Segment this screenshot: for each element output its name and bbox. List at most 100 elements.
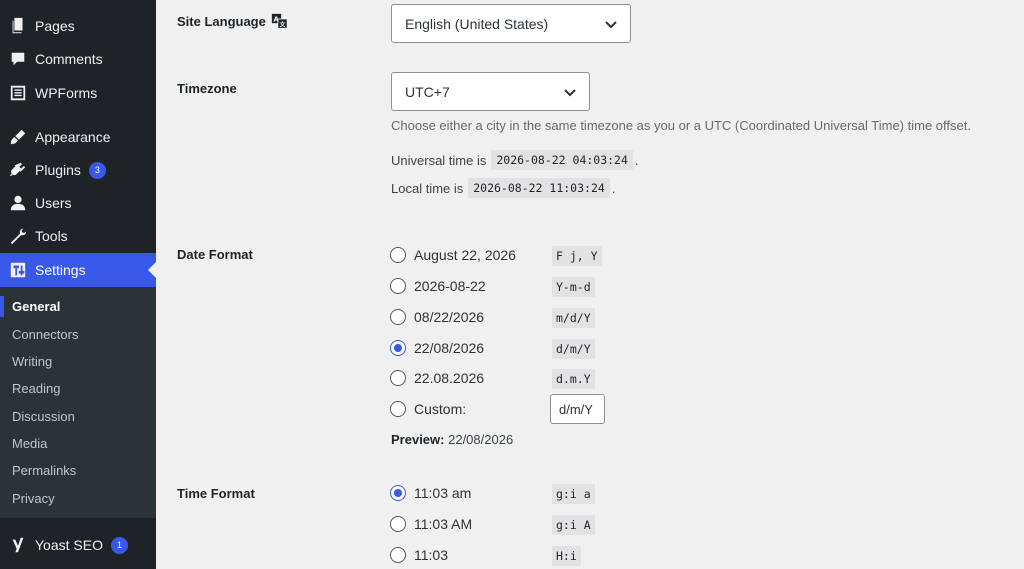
date-format-option-label: 22.08.2026: [414, 370, 485, 386]
menu-item-appearance[interactable]: Appearance: [0, 122, 156, 152]
submenu-item-discussion[interactable]: Discussion: [0, 403, 156, 429]
menu-item-wpforms[interactable]: WPForms: [0, 78, 156, 108]
date-format-code: d.m.Y: [552, 369, 595, 389]
menu-item-tools[interactable]: Tools: [0, 221, 156, 251]
menu-item-label: Plugins: [35, 162, 81, 178]
submenu-item-reading[interactable]: Reading: [0, 375, 156, 401]
radio-button[interactable]: [390, 309, 406, 325]
menu-item-yoast-seo[interactable]: Yoast SEO 1: [0, 530, 156, 560]
yoast-icon: [0, 536, 34, 554]
menu-item-label: Tools: [35, 228, 68, 244]
settings-submenu: General Connectors Writing Reading Discu…: [0, 287, 156, 518]
date-format-option[interactable]: 08/22/2026: [390, 307, 484, 327]
submenu-item-media[interactable]: Media: [0, 430, 156, 456]
radio-button-checked[interactable]: [390, 485, 406, 501]
plugins-update-badge: 3: [88, 161, 106, 179]
site-language-select[interactable]: English (United States): [391, 4, 631, 43]
chevron-down-icon: [564, 89, 576, 97]
date-format-option[interactable]: August 22, 2026: [390, 245, 516, 265]
tools-icon: [0, 227, 34, 245]
submenu-item-connectors[interactable]: Connectors: [0, 321, 156, 347]
custom-date-format-input[interactable]: d/m/Y: [550, 394, 605, 424]
format-code: d.m.Y: [552, 369, 595, 389]
date-format-code: F j, Y: [552, 246, 602, 266]
svg-text:A: A: [273, 16, 279, 24]
date-format-option-label: Custom:: [414, 401, 467, 417]
date-format-option[interactable]: 22/08/2026: [390, 338, 484, 358]
radio-button[interactable]: [390, 547, 406, 563]
menu-item-label: Appearance: [35, 129, 111, 145]
format-code: g:i A: [552, 515, 595, 535]
submenu-item-privacy[interactable]: Privacy: [0, 485, 156, 511]
chevron-down-icon: [605, 21, 617, 29]
menu-item-users[interactable]: Users: [0, 188, 156, 218]
timezone-description: Choose either a city in the same timezon…: [391, 118, 971, 133]
time-format-option[interactable]: 11:03 AM: [390, 514, 472, 534]
menu-item-label: Settings: [35, 262, 86, 278]
date-format-option-custom[interactable]: Custom:: [390, 399, 466, 419]
date-format-code: d/m/Y: [552, 339, 595, 359]
date-format-preview: Preview: 22/08/2026: [391, 432, 513, 447]
time-format-option-label: 11:03: [414, 547, 448, 563]
menu-item-label: Pages: [35, 18, 75, 34]
radio-button-checked[interactable]: [390, 340, 406, 356]
format-code: Y-m-d: [552, 277, 595, 297]
radio-button[interactable]: [390, 516, 406, 532]
date-format-option[interactable]: 22.08.2026: [390, 368, 484, 388]
site-language-label-text: Site Language: [177, 14, 266, 29]
preview-value: 22/08/2026: [448, 432, 514, 447]
period: .: [611, 180, 616, 196]
time-format-code: H:i: [552, 546, 581, 566]
local-time-label: Local time is: [391, 180, 464, 196]
timezone-value: UTC+7: [405, 83, 450, 100]
yoast-notification-badge: 1: [110, 536, 128, 554]
plugins-icon: [0, 161, 34, 179]
appearance-icon: [0, 128, 34, 146]
menu-item-comments[interactable]: Comments: [0, 44, 156, 74]
time-format-option-label: 11:03 AM: [414, 516, 473, 532]
site-language-value: English (United States): [405, 15, 549, 32]
site-language-label: Site Language A文: [177, 13, 289, 30]
submenu-item-general[interactable]: General: [0, 293, 156, 319]
date-format-option-label: 08/22/2026: [414, 309, 485, 325]
svg-text:文: 文: [279, 21, 285, 29]
admin-sidebar: Pages Comments WPForms Appearance Plugin…: [0, 0, 156, 569]
format-code: m/d/Y: [552, 308, 595, 328]
menu-item-label: Yoast SEO: [35, 537, 103, 553]
local-time-value: 2026-08-22 11:03:24: [468, 178, 610, 198]
period: .: [634, 152, 639, 168]
menu-item-plugins[interactable]: Plugins 3: [0, 155, 156, 185]
preview-label: Preview:: [391, 432, 445, 447]
submenu-item-writing[interactable]: Writing: [0, 348, 156, 374]
format-code: g:i a: [552, 484, 595, 504]
universal-time-value: 2026-08-22 04:03:24: [491, 150, 633, 170]
timezone-select[interactable]: UTC+7: [391, 72, 590, 111]
format-code: F j, Y: [552, 246, 602, 266]
date-format-code: Y-m-d: [552, 277, 595, 297]
pages-icon: [0, 17, 34, 35]
radio-button[interactable]: [390, 370, 406, 386]
menu-item-label: Comments: [35, 51, 103, 67]
date-format-option-label: 22/08/2026: [414, 340, 485, 356]
comments-icon: [0, 50, 34, 68]
submenu-item-permalinks[interactable]: Permalinks: [0, 457, 156, 483]
local-time: Local time is 2026-08-22 11:03:24 .: [391, 178, 615, 198]
time-format-code: g:i a: [552, 484, 595, 504]
users-icon: [0, 194, 34, 212]
date-format-option-label: August 22, 2026: [414, 247, 516, 263]
radio-button[interactable]: [390, 401, 406, 417]
wpforms-icon: [0, 84, 34, 102]
format-code: d/m/Y: [552, 339, 595, 359]
time-format-option-label: 11:03 am: [414, 485, 472, 501]
time-format-option[interactable]: 11:03 am: [390, 483, 471, 503]
date-format-option[interactable]: 2026-08-22: [390, 276, 486, 296]
date-format-label: Date Format: [177, 247, 253, 262]
time-format-option[interactable]: 11:03: [390, 545, 448, 565]
translation-icon: A文: [271, 13, 288, 29]
settings-icon: [0, 261, 34, 279]
menu-item-settings[interactable]: Settings: [0, 253, 156, 287]
menu-item-pages[interactable]: Pages: [0, 11, 156, 41]
date-format-option-label: 2026-08-22: [414, 278, 486, 294]
radio-button[interactable]: [390, 247, 406, 263]
radio-button[interactable]: [390, 278, 406, 294]
